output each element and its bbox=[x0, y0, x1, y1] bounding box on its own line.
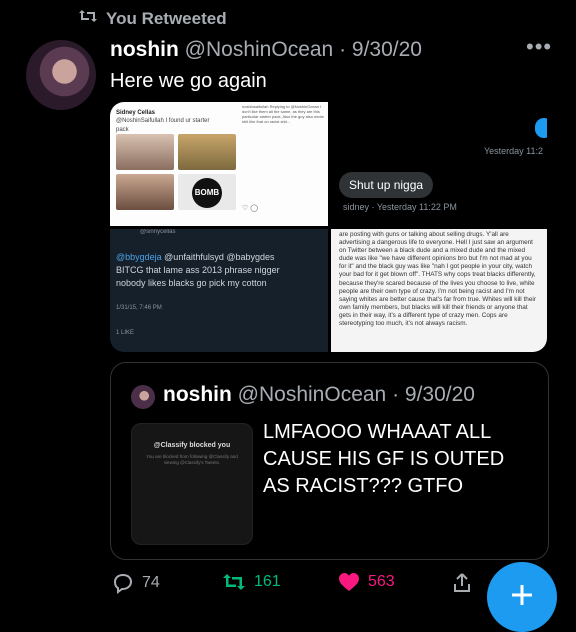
retweet-icon bbox=[78, 8, 98, 29]
retweet-active-icon bbox=[222, 572, 246, 592]
mini-display-name: Sidney Cellas bbox=[116, 110, 156, 116]
bomb-graphic: BOMB bbox=[192, 178, 222, 208]
retweet-button[interactable]: 161 bbox=[222, 572, 281, 592]
compose-button[interactable] bbox=[487, 562, 557, 632]
mini-tweet-line2: pack bbox=[116, 127, 129, 133]
old-tweet-timestamp: 1/31/15, 7:46 PM bbox=[116, 305, 162, 311]
dm-timestamp-1: Yesterday 11:2 bbox=[483, 146, 543, 156]
retweet-label: You Retweeted bbox=[106, 8, 227, 28]
old-tweet-line2: BITCG that lame ass 2013 phrase nigger bbox=[116, 265, 280, 275]
thumb-subtitle: You are blocked from following @Classify… bbox=[146, 454, 238, 465]
like-button[interactable]: 563 bbox=[338, 572, 395, 592]
media-image-3[interactable]: @sinnycellas @bbygdeja @unfaithfulsyd @b… bbox=[110, 229, 328, 352]
photo-eyes bbox=[116, 174, 174, 210]
media-image-2[interactable]: Yesterday 11:2 Shut up nigga sidney · Ye… bbox=[331, 102, 547, 226]
like-count: 563 bbox=[368, 573, 395, 590]
heart-filled-icon bbox=[338, 572, 360, 592]
mini-tweet-line1: @NoshinSaifullah I found ur starter bbox=[116, 118, 210, 124]
photo-camel bbox=[178, 134, 236, 170]
reply-count: 74 bbox=[142, 574, 160, 591]
starter-pack-photos: BOMB bbox=[116, 134, 236, 210]
mini-action-icons: ♡ ◯ bbox=[242, 205, 259, 212]
old-tweet-text: @bbygdeja @unfaithfulsyd @babygdes BITCG… bbox=[116, 251, 322, 290]
screenshot-text: are posting with guns or talking about s… bbox=[339, 231, 536, 328]
media-grid: Sidney Cellas @NoshinSaifullah I found u… bbox=[110, 102, 547, 352]
mention-link: @bbygdeja bbox=[116, 252, 162, 262]
action-bar: 74 161 563 bbox=[112, 572, 472, 598]
old-tweet-line3: nobody likes blacks go pick my cotton bbox=[116, 278, 267, 288]
display-name[interactable]: noshin bbox=[110, 38, 179, 61]
tweet-text: Here we go again bbox=[110, 70, 267, 92]
old-tweet-likes: 1 LIKE bbox=[116, 330, 135, 336]
more-options-icon[interactable]: ••• bbox=[526, 34, 552, 60]
retweet-count: 161 bbox=[254, 573, 281, 590]
sent-bubble bbox=[535, 118, 547, 138]
quote-avatar bbox=[131, 385, 155, 409]
handle-date[interactable]: @NoshinOcean · 9/30/20 bbox=[185, 38, 422, 61]
reply-icon bbox=[112, 572, 134, 594]
tweet-header: noshin @NoshinOcean · 9/30/20 bbox=[110, 38, 422, 62]
quote-thumbnail[interactable]: @Classify blocked you You are blocked fr… bbox=[131, 423, 253, 545]
quoted-tweet[interactable]: noshin @NoshinOcean · 9/30/20 @Classify … bbox=[110, 362, 549, 560]
media-image-1[interactable]: Sidney Cellas @NoshinSaifullah I found u… bbox=[110, 102, 328, 226]
quote-display-name: noshin bbox=[163, 383, 232, 406]
mini-replies: noshinsaifullah Replying to @NoshinOcean… bbox=[242, 104, 324, 124]
share-icon bbox=[452, 572, 472, 594]
reply-button[interactable]: 74 bbox=[112, 572, 160, 594]
starter-pack-tweet: Sidney Cellas @NoshinSaifullah I found u… bbox=[116, 110, 236, 134]
thumb-title: @Classify blocked you bbox=[153, 442, 231, 449]
photo-face bbox=[116, 134, 174, 170]
share-button[interactable] bbox=[452, 572, 472, 594]
quote-text: LMFAOOO WHAAAT ALL CAUSE HIS GF IS OUTED… bbox=[263, 421, 505, 497]
cut-off-handle: @sinnycellas bbox=[140, 229, 176, 235]
avatar[interactable] bbox=[26, 40, 96, 110]
retweet-context: You Retweeted bbox=[78, 8, 227, 29]
dm-timestamp-2: sidney · Yesterday 11:22 PM bbox=[343, 202, 457, 212]
media-image-4[interactable]: are posting with guns or talking about s… bbox=[331, 229, 547, 352]
dm-message: Shut up nigga bbox=[339, 172, 434, 198]
plus-icon bbox=[509, 582, 535, 613]
quote-header: noshin @NoshinOcean · 9/30/20 bbox=[163, 383, 475, 407]
quote-handle-date: @NoshinOcean · 9/30/20 bbox=[237, 383, 475, 406]
mentions-rest: @unfaithfulsyd @babygdes bbox=[161, 252, 275, 262]
